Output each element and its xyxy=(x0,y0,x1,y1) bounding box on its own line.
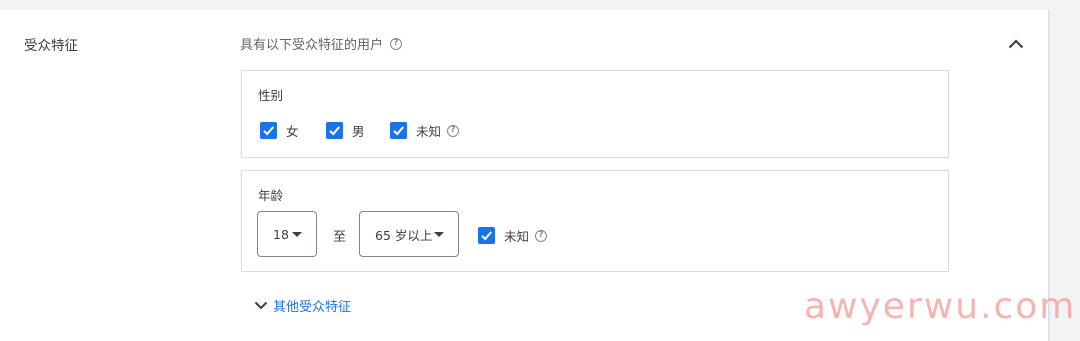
more-demographics-label: 其他受众特征 xyxy=(273,300,352,315)
gender-option-male[interactable]: 男 xyxy=(326,121,365,140)
age-from-value: 18 xyxy=(273,226,289,242)
gender-option-female[interactable]: 女 xyxy=(260,121,299,140)
help-icon[interactable]: ? xyxy=(535,229,548,242)
collapse-button[interactable] xyxy=(1001,29,1031,59)
help-icon[interactable]: ? xyxy=(390,37,403,50)
gender-panel: 性别 女 男 未知 ? xyxy=(241,70,949,158)
female-label: 女 xyxy=(286,124,299,139)
watermark: awyerwu.com xyxy=(804,286,1077,327)
age-unknown-label: 未知 xyxy=(504,229,530,244)
chevron-down-icon xyxy=(254,301,268,310)
gender-label: 性别 xyxy=(258,88,284,103)
age-range-separator: 至 xyxy=(333,230,347,245)
gender-unknown-label: 未知 xyxy=(416,124,442,139)
gender-option-unknown[interactable]: 未知 ? xyxy=(390,121,460,140)
checkmark-icon xyxy=(329,126,340,136)
male-label: 男 xyxy=(352,124,365,139)
age-panel: 年龄 18 至 65 岁以上 未知 ? xyxy=(241,170,949,272)
age-to-select[interactable]: 65 岁以上 xyxy=(359,211,459,257)
chevron-up-icon xyxy=(1008,39,1024,49)
section-title: 受众特征 xyxy=(24,38,78,54)
checkmark-icon xyxy=(481,231,492,241)
checkbox-female[interactable] xyxy=(260,122,277,139)
help-icon[interactable]: ? xyxy=(447,124,460,137)
age-from-select[interactable]: 18 xyxy=(257,211,317,257)
age-to-value: 65 岁以上 xyxy=(375,227,433,243)
age-label: 年龄 xyxy=(258,188,284,203)
checkbox-age-unknown[interactable] xyxy=(478,227,495,244)
section-header-text: 具有以下受众特征的用户 xyxy=(240,38,384,53)
checkmark-icon xyxy=(263,126,274,136)
more-demographics-link[interactable]: 其他受众特征 xyxy=(254,296,351,315)
section-header: 具有以下受众特征的用户 ? xyxy=(240,34,403,53)
checkbox-gender-unknown[interactable] xyxy=(390,122,407,139)
dropdown-caret-icon xyxy=(434,232,444,237)
dropdown-caret-icon xyxy=(292,232,302,237)
checkmark-icon xyxy=(393,126,404,136)
checkbox-male[interactable] xyxy=(326,122,343,139)
age-option-unknown[interactable]: 未知 ? xyxy=(478,226,548,245)
